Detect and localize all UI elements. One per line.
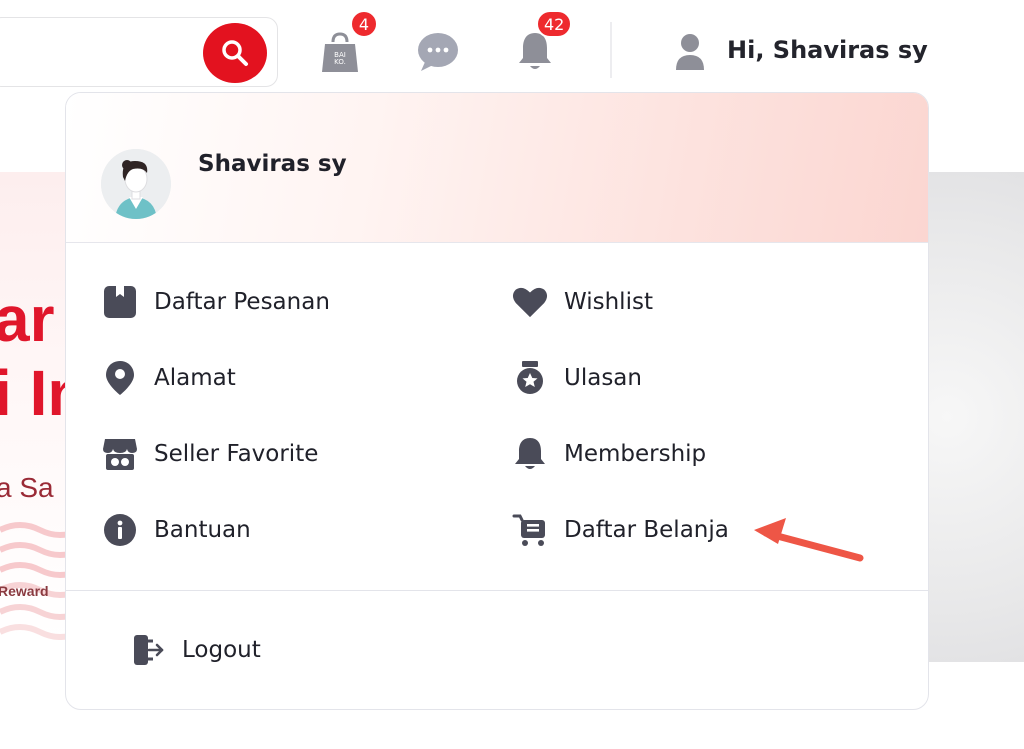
promo-banner-right	[928, 172, 1024, 662]
search-icon	[222, 40, 248, 66]
menu-item-membership[interactable]: Membership	[512, 432, 706, 476]
shopping-bag-icon: BAI KO.	[322, 32, 358, 72]
heart-icon	[512, 284, 548, 320]
menu-item-label: Ulasan	[564, 365, 642, 391]
cart-count-badge: 4	[350, 10, 378, 38]
chat-button[interactable]	[417, 32, 459, 72]
search-button[interactable]	[203, 23, 267, 83]
menu-item-label: Daftar Pesanan	[154, 289, 330, 315]
user-icon	[676, 34, 704, 70]
page: ar i In a Sa Reward BAI KO. 4 42 Hi, Sha…	[0, 0, 1024, 749]
user-greeting[interactable]: Hi, Shaviras sy	[727, 36, 928, 64]
order-box-icon	[102, 284, 138, 320]
menu-item-wishlist[interactable]: Wishlist	[512, 280, 653, 324]
menu-item-label: Bantuan	[154, 517, 251, 543]
account-dropdown-menu: Shaviras sy Daftar Pesanan Alamat Seller…	[65, 92, 929, 710]
menu-item-bantuan[interactable]: Bantuan	[102, 508, 251, 552]
profile-name: Shaviras sy	[198, 151, 347, 177]
profile-avatar[interactable]	[101, 149, 171, 219]
chat-bubble-icon	[418, 33, 458, 71]
dropdown-profile-header: Shaviras sy	[66, 93, 928, 243]
review-medal-icon	[512, 360, 548, 396]
notification-count-badge: 42	[536, 10, 573, 38]
menu-item-alamat[interactable]: Alamat	[102, 356, 236, 400]
menu-item-daftar-pesanan[interactable]: Daftar Pesanan	[102, 280, 330, 324]
logout-button[interactable]: Logout	[130, 628, 261, 672]
cart-button[interactable]: BAI KO.	[318, 30, 362, 74]
location-pin-icon	[102, 360, 138, 396]
menu-item-daftar-belanja[interactable]: Daftar Belanja	[512, 508, 729, 552]
user-avatar-small[interactable]	[673, 32, 707, 72]
svg-text:KO.: KO.	[334, 58, 346, 66]
menu-item-ulasan[interactable]: Ulasan	[512, 356, 642, 400]
menu-item-seller-favorite[interactable]: Seller Favorite	[102, 432, 318, 476]
banner-headline-line1: ar	[0, 283, 55, 355]
menu-item-label: Membership	[564, 441, 707, 467]
annotation-arrow-icon	[754, 518, 864, 562]
menu-item-label: Daftar Belanja	[564, 517, 729, 543]
menu-item-label: Wishlist	[564, 289, 653, 315]
info-icon	[102, 512, 138, 548]
logout-icon	[130, 632, 166, 668]
header-divider	[610, 22, 612, 78]
bell-icon	[512, 436, 548, 472]
menu-item-label: Alamat	[154, 365, 236, 391]
banner-reward-text: Reward	[0, 583, 49, 599]
banner-subtitle: a Sa	[0, 472, 54, 503]
profile-person-icon	[101, 149, 171, 219]
shopping-list-cart-icon	[512, 512, 548, 548]
logout-label: Logout	[182, 637, 261, 663]
dropdown-divider	[66, 590, 928, 591]
menu-item-label: Seller Favorite	[154, 441, 319, 467]
store-icon	[102, 436, 138, 472]
